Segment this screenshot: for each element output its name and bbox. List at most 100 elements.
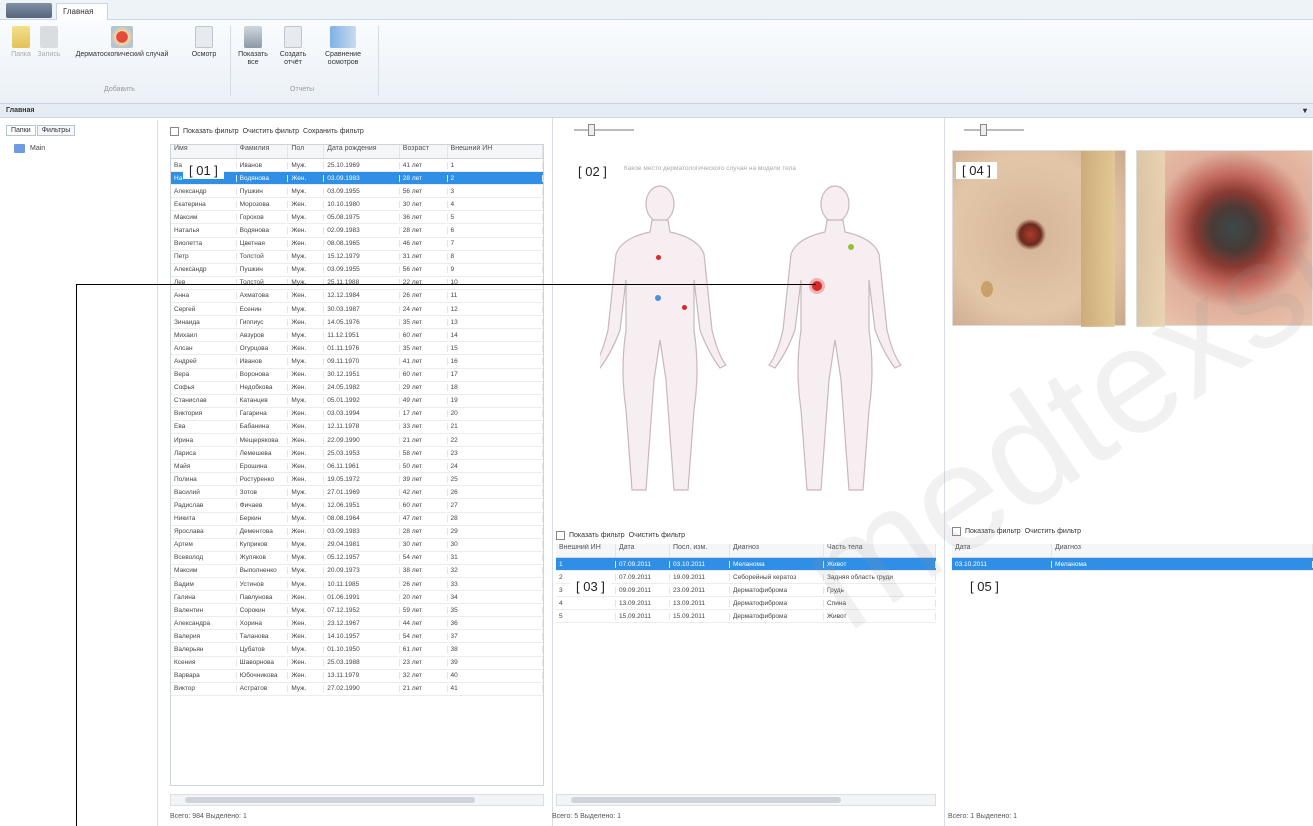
lesion-marker-red[interactable] <box>656 255 661 260</box>
file-menu-tab[interactable] <box>6 3 52 18</box>
body-map-front[interactable] <box>600 180 780 500</box>
create-report-button[interactable]: Создать отчёт <box>274 26 312 67</box>
table-row[interactable]: Екатерина Морозова Жен. 10.10.1980 30 лет 4 <box>171 198 543 212</box>
table-row[interactable]: Александр Пушкин Муж. 03.09.1955 56 лет 3 <box>171 185 543 199</box>
table-row[interactable]: Валерия Таланова Жен. 14.10.1957 54 лет 37 <box>171 630 543 644</box>
table-row[interactable]: Всеволод Жуляков Муж. 05.12.1957 54 лет 31 <box>171 552 543 565</box>
table-cell: 25 <box>448 475 543 483</box>
lesion-marker-selected[interactable] <box>812 281 822 291</box>
exam-button[interactable]: Осмотр <box>184 26 224 59</box>
lesion-marker-blue[interactable] <box>655 295 661 301</box>
skin-spot <box>981 281 993 297</box>
table-row[interactable]: Майя Ерошина Жен. 06.11.1961 50 лет 24 <box>171 460 543 474</box>
table-row[interactable]: Ва Иванов Муж. 25.10.1969 41 лет 1 <box>171 159 543 173</box>
table-cell: Иванов <box>237 161 289 169</box>
table-row[interactable]: На Водянова Жен. 03.09.1983 28 лет 2 <box>171 172 543 186</box>
pin-icon[interactable]: ▾ <box>1303 106 1307 115</box>
table-cell: Водянова <box>237 174 289 182</box>
lesion-marker-green[interactable] <box>848 244 854 250</box>
table-cell: 20 <box>448 410 543 418</box>
table-row[interactable]: Радислав Фичаев Муж. 12.06.1951 60 лет 27 <box>171 499 543 513</box>
table-row[interactable]: Станислав Катанцев Муж. 05.01.1992 49 лет 19 <box>171 395 543 408</box>
table-row[interactable]: Никита Беркин Муж. 08.08.1964 47 лет 28 <box>171 513 543 526</box>
table-cell: 16 <box>448 357 543 365</box>
images-zoom-slider[interactable] <box>950 124 1040 136</box>
table-row[interactable]: Софья Недобкова Жен. 24.05.1982 29 лет 18 <box>171 382 543 395</box>
table-row[interactable]: Ярослава Дементова Жен. 03.09.1983 28 лет 29 <box>171 526 543 539</box>
table-row[interactable]: Виктория Гагарина Жен. 03.03.1994 17 лет 20 <box>171 408 543 421</box>
cases-column-header[interactable]: Посл. изм. <box>670 544 730 557</box>
tab-home[interactable]: Главная <box>56 3 108 21</box>
table-cell: 38 лет <box>400 567 448 575</box>
table-row[interactable]: Артем Куприков Муж. 29.04.1981 30 лет 30 <box>171 539 543 552</box>
table-row[interactable]: Михаил Авзуров Муж. 11.12.1951 60 лет 14 <box>171 329 543 343</box>
cases-column-header[interactable]: Внешний ИН <box>556 544 616 557</box>
tab-filters[interactable]: Фильтры <box>36 125 76 136</box>
table-row[interactable]: Александр Пушкин Муж. 03.09.1955 56 лет 9 <box>171 264 543 277</box>
tab-folders[interactable]: Папки <box>6 125 36 136</box>
patients-horizontal-scrollbar[interactable] <box>170 794 544 806</box>
patients-column-header[interactable]: Пол <box>288 145 325 158</box>
patients-column-header[interactable]: Внешний ИН <box>448 145 543 158</box>
compare-exams-button[interactable]: Сравнение осмотров <box>316 26 370 67</box>
body-map-zoom-slider[interactable] <box>560 124 650 136</box>
table-row[interactable]: Вера Воронова Жен. 30.12.1951 60 лет 17 <box>171 369 543 382</box>
show-filter-checkbox[interactable] <box>556 530 565 540</box>
table-row[interactable]: Варвара Юбочникова Жен. 13.11.1979 32 лет 40 <box>171 670 543 683</box>
table-row[interactable]: Максим Выполненко Муж. 20.09.1973 38 лет 32 <box>171 565 543 578</box>
cases-column-header[interactable]: Дата <box>616 544 670 557</box>
table-row[interactable]: Вадим Устинов Муж. 10.11.1985 26 лет 33 <box>171 578 543 592</box>
scroll-thumb[interactable] <box>571 797 841 803</box>
table-row[interactable]: Валентин Сорокин Муж. 07.12.1952 59 лет 35 <box>171 604 543 618</box>
cases-horizontal-scrollbar[interactable] <box>556 794 936 806</box>
table-row[interactable]: Александра Хорина Жен. 23.12.1967 44 лет 36 <box>171 617 543 631</box>
table-row[interactable]: Зинаида Гиппиус Жен. 14.05.1976 35 лет 13 <box>171 316 543 330</box>
clear-filter-button[interactable]: Очистить фильтр <box>243 128 299 135</box>
table-cell: Максим <box>171 567 237 575</box>
table-row[interactable]: Лариса Лемешева Жен. 25.03.1953 58 лет 23 <box>171 447 543 461</box>
scroll-thumb[interactable] <box>185 797 475 803</box>
table-cell: 20 лет <box>400 593 448 601</box>
save-filter-button[interactable]: Сохранить фильтр <box>303 128 364 135</box>
lesion-marker-red[interactable] <box>682 305 687 310</box>
table-row[interactable]: Полина Ростуренко Жен. 19.05.1972 39 лет 25 <box>171 473 543 487</box>
table-row[interactable]: Виктор Астратов Муж. 27.02.1990 21 лет 41 <box>171 683 543 696</box>
show-filter-label[interactable]: Показать фильтр <box>183 128 239 135</box>
table-cell: Муж. <box>288 541 325 549</box>
record-button[interactable]: Запись <box>36 26 62 59</box>
table-row[interactable]: Виолетта Цветная Жен. 08.08.1965 46 лет 7 <box>171 238 543 251</box>
table-row[interactable]: Петр Толстой Муж. 15.12.1979 31 лет 8 <box>171 251 543 264</box>
patients-column-header[interactable]: Фамилия <box>237 145 289 158</box>
table-cell: 28 лет <box>400 227 448 235</box>
patients-column-header[interactable]: Возраст <box>400 145 448 158</box>
table-row[interactable]: Василий Зотов Муж. 27.01.1969 42 лет 26 <box>171 486 543 500</box>
show-filter-checkbox[interactable] <box>170 126 179 136</box>
table-cell: 01.11.1976 <box>324 344 400 352</box>
table-row[interactable]: Наталья Водянова Жен. 02.09.1983 28 лет 6 <box>171 224 543 238</box>
table-cell: 31 лет <box>400 253 448 261</box>
dermatoscopy-case-button[interactable]: Дерматоскопический случай <box>62 26 182 59</box>
table-cell: 08.08.1964 <box>324 515 400 523</box>
table-row[interactable]: Галина Павлунова Жен. 01.06.1991 20 лет 34 <box>171 591 543 605</box>
table-row[interactable]: Андрей Иванов Муж. 09.11.1970 41 лет 16 <box>171 355 543 369</box>
folder-button[interactable]: Папка <box>8 26 34 59</box>
table-cell: 25.03.1988 <box>324 659 400 667</box>
show-all-button[interactable]: Показать все <box>234 26 272 67</box>
table-row[interactable]: Валерьян Цубатов Муж. 01.10.1950 61 лет 38 <box>171 643 543 657</box>
callout-leader-line <box>76 284 816 285</box>
exams-column-header[interactable]: Диагноз <box>1052 544 1313 557</box>
dermatoscopy-icon <box>111 26 133 48</box>
table-cell: 4 <box>556 599 616 607</box>
table-row[interactable]: Ева Бабанина Жен. 12.11.1978 33 лет 21 <box>171 421 543 434</box>
tree-item-main[interactable]: Main <box>6 144 157 153</box>
show-filter-label[interactable]: Показать фильтр <box>569 532 625 539</box>
patients-column-header[interactable]: Имя <box>171 145 237 158</box>
table-row[interactable]: Ирина Мещерякова Жен. 22.09.1990 21 лет 22 <box>171 434 543 448</box>
table-row[interactable]: Анна Ахматова Жен. 12.12.1984 26 лет 11 <box>171 290 543 304</box>
table-row[interactable]: Сергей Есенин Муж. 30.03.1987 24 лет 12 <box>171 303 543 317</box>
table-row[interactable]: Алсан Огурцова Жен. 01.11.1976 35 лет 15 <box>171 342 543 356</box>
clear-filter-button[interactable]: Очистить фильтр <box>629 532 685 539</box>
patients-column-header[interactable]: Дата рождения <box>324 145 400 158</box>
table-row[interactable]: Максим Горохов Муж. 05.08.1975 36 лет 5 <box>171 211 543 225</box>
table-row[interactable]: Ксения Шаворнова Жен. 25.03.1988 23 лет 39 <box>171 657 543 670</box>
